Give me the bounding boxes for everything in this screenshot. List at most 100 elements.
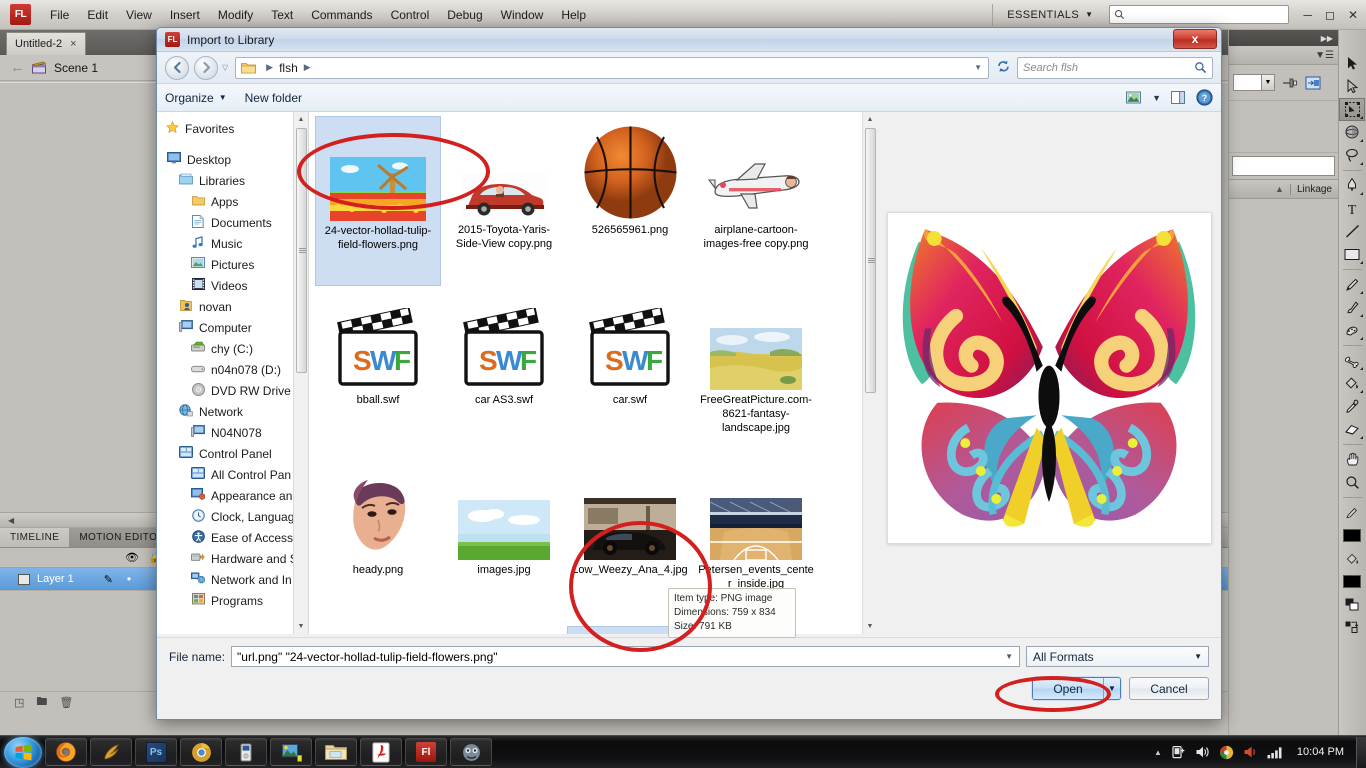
eraser-tool[interactable] xyxy=(1339,418,1365,441)
file-item-bball-swf[interactable]: S W F bball.swf xyxy=(315,286,441,456)
menu-insert[interactable]: Insert xyxy=(161,4,209,26)
new-folder-button[interactable]: New folder xyxy=(245,91,302,105)
file-list-pane[interactable]: 24-vector-hollad-tulip-field-flowers.png xyxy=(309,112,877,634)
open-button[interactable]: Open ▼ xyxy=(1032,677,1121,700)
taskbar-item-flash-player[interactable] xyxy=(90,738,132,766)
view-layout-icon[interactable] xyxy=(1126,91,1142,105)
file-item-basketball[interactable]: 526565961.png xyxy=(567,116,693,286)
taskbar-item-acrobat[interactable] xyxy=(360,738,402,766)
3d-rotation-tool[interactable] xyxy=(1339,121,1365,144)
refresh-button[interactable] xyxy=(994,59,1012,76)
taskbar-item-flash[interactable]: Fl xyxy=(405,738,447,766)
close-icon[interactable]: × xyxy=(70,38,76,50)
scroll-up-arrow-icon[interactable]: ▲ xyxy=(863,112,877,127)
organize-button[interactable]: Organize ▼ xyxy=(165,91,227,105)
taskbar-item-usb-device[interactable] xyxy=(225,738,267,766)
taskbar-item-explorer[interactable] xyxy=(315,738,357,766)
taskbar-item-app[interactable] xyxy=(450,738,492,766)
dialog-close-button[interactable]: x xyxy=(1173,29,1217,49)
preview-pane-icon[interactable] xyxy=(1171,90,1186,105)
tab-timeline[interactable]: TIMELINE xyxy=(0,528,70,547)
library-search-input[interactable] xyxy=(1232,156,1335,176)
file-format-select[interactable]: All Formats ▼ xyxy=(1026,646,1209,667)
zoom-tool[interactable] xyxy=(1339,471,1365,494)
taskbar-item-firefox[interactable] xyxy=(45,738,87,766)
nav-item-dvd-rw-drive[interactable]: DVD RW Drive ( xyxy=(157,380,308,401)
library-document-combo[interactable]: ▼ xyxy=(1233,74,1275,91)
new-folder-icon[interactable]: 🖿 xyxy=(36,693,47,712)
menu-commands[interactable]: Commands xyxy=(302,4,381,26)
text-tool[interactable]: T xyxy=(1339,197,1365,220)
speaker-icon[interactable] xyxy=(1243,745,1258,759)
help-icon[interactable]: ? xyxy=(1196,89,1213,106)
file-item-toyota-yaris[interactable]: 2015-Toyota-Yaris-Side-View copy.png xyxy=(441,116,567,286)
bone-tool[interactable] xyxy=(1339,349,1365,372)
menu-file[interactable]: File xyxy=(41,4,78,26)
file-item-plane-swf[interactable]: S W F plane.swf xyxy=(315,626,441,634)
nav-pane-scrollbar[interactable]: ▲ ▼ xyxy=(293,112,308,634)
cancel-button[interactable]: Cancel xyxy=(1129,677,1209,700)
scroll-up-arrow-icon[interactable]: ▲ xyxy=(294,112,308,127)
app-search-input[interactable] xyxy=(1109,5,1290,24)
pencil-tool[interactable] xyxy=(1339,273,1365,296)
line-tool[interactable] xyxy=(1339,220,1365,243)
nav-item-videos[interactable]: Videos xyxy=(157,275,308,296)
document-tab-untitled-2[interactable]: Untitled-2 × xyxy=(6,32,86,55)
menu-window[interactable]: Window xyxy=(492,4,553,26)
hand-tool[interactable] xyxy=(1339,448,1365,471)
visibility-dot-icon[interactable]: • xyxy=(127,572,131,586)
pin-library-icon[interactable] xyxy=(1282,75,1298,91)
fill-color-swatch[interactable] xyxy=(1339,570,1365,593)
nav-item-clock-language[interactable]: Clock, Languag xyxy=(157,506,308,527)
file-name-input[interactable]: "url.png" "24-vector-hollad-tulip-field-… xyxy=(231,646,1020,667)
dock-expand-icon[interactable]: ▶▶ xyxy=(1229,30,1338,46)
nav-item-computer[interactable]: Computer xyxy=(157,317,308,338)
file-item-car-as3-swf[interactable]: S W F car AS3.swf xyxy=(441,286,567,456)
scroll-down-arrow-icon[interactable]: ▼ xyxy=(863,619,877,634)
swap-colors-icon[interactable] xyxy=(1339,616,1365,639)
file-item-url-jpg[interactable]: url.jpg xyxy=(441,626,567,634)
file-item-airplane[interactable]: airplane-cartoon-images-free copy.png xyxy=(693,116,819,286)
nav-item-hardware-and-sound[interactable]: Hardware and S xyxy=(157,548,308,569)
close-button[interactable]: ✕ xyxy=(1348,9,1358,21)
menu-text[interactable]: Text xyxy=(262,4,302,26)
lasso-tool[interactable] xyxy=(1339,144,1365,167)
subselection-tool[interactable] xyxy=(1339,75,1365,98)
new-layer-icon[interactable]: ◳ xyxy=(14,696,24,709)
forward-button[interactable] xyxy=(194,55,218,80)
nav-item-all-control-panel[interactable]: All Control Pan xyxy=(157,464,308,485)
menu-control[interactable]: Control xyxy=(382,4,439,26)
rectangle-tool[interactable] xyxy=(1339,243,1365,266)
nav-item-chy-c[interactable]: chy (C:) xyxy=(157,338,308,359)
file-item-heady[interactable]: heady.png xyxy=(315,456,441,626)
file-item-tulip[interactable]: 24-vector-hollad-tulip-field-flowers.png xyxy=(315,116,441,286)
scroll-down-arrow-icon[interactable]: ▼ xyxy=(294,619,308,634)
pencil-icon[interactable]: ✎ xyxy=(104,573,113,586)
taskbar-item-photoshop[interactable]: Ps xyxy=(135,738,177,766)
nav-item-n04n078-d[interactable]: n04n078 (D:) xyxy=(157,359,308,380)
maximize-button[interactable]: ◻ xyxy=(1325,9,1335,21)
scrollbar-thumb[interactable] xyxy=(865,128,876,393)
security-icon[interactable] xyxy=(1219,745,1234,760)
power-icon[interactable] xyxy=(1171,745,1186,760)
nav-item-libraries[interactable]: Libraries xyxy=(157,170,308,191)
volume-icon[interactable] xyxy=(1195,745,1210,759)
nav-item-network-and-internet[interactable]: Network and In xyxy=(157,569,308,590)
dialog-titlebar[interactable]: FL Import to Library x xyxy=(157,28,1221,52)
nav-item-network[interactable]: Network xyxy=(157,401,308,422)
menu-edit[interactable]: Edit xyxy=(78,4,117,26)
nav-item-control-panel[interactable]: Control Panel xyxy=(157,443,308,464)
taskbar-clock[interactable]: 10:04 PM xyxy=(1293,746,1348,758)
stroke-color-swatch[interactable] xyxy=(1339,524,1365,547)
menu-debug[interactable]: Debug xyxy=(438,4,491,26)
chevron-down-icon[interactable]: ▼ xyxy=(974,63,982,72)
address-bar[interactable]: ▶ flsh ▶ ▼ xyxy=(235,56,989,79)
eye-icon[interactable]: 👁 xyxy=(125,551,139,564)
pen-tool[interactable] xyxy=(1339,174,1365,197)
scrollbar-thumb[interactable] xyxy=(296,128,307,373)
new-library-panel-icon[interactable] xyxy=(1305,75,1321,91)
nav-item-n04n078[interactable]: N04N078 xyxy=(157,422,308,443)
chevron-down-icon[interactable]: ▼ xyxy=(1152,93,1161,103)
paint-bucket-tool[interactable] xyxy=(1339,372,1365,395)
nav-item-programs[interactable]: Programs xyxy=(157,590,308,611)
